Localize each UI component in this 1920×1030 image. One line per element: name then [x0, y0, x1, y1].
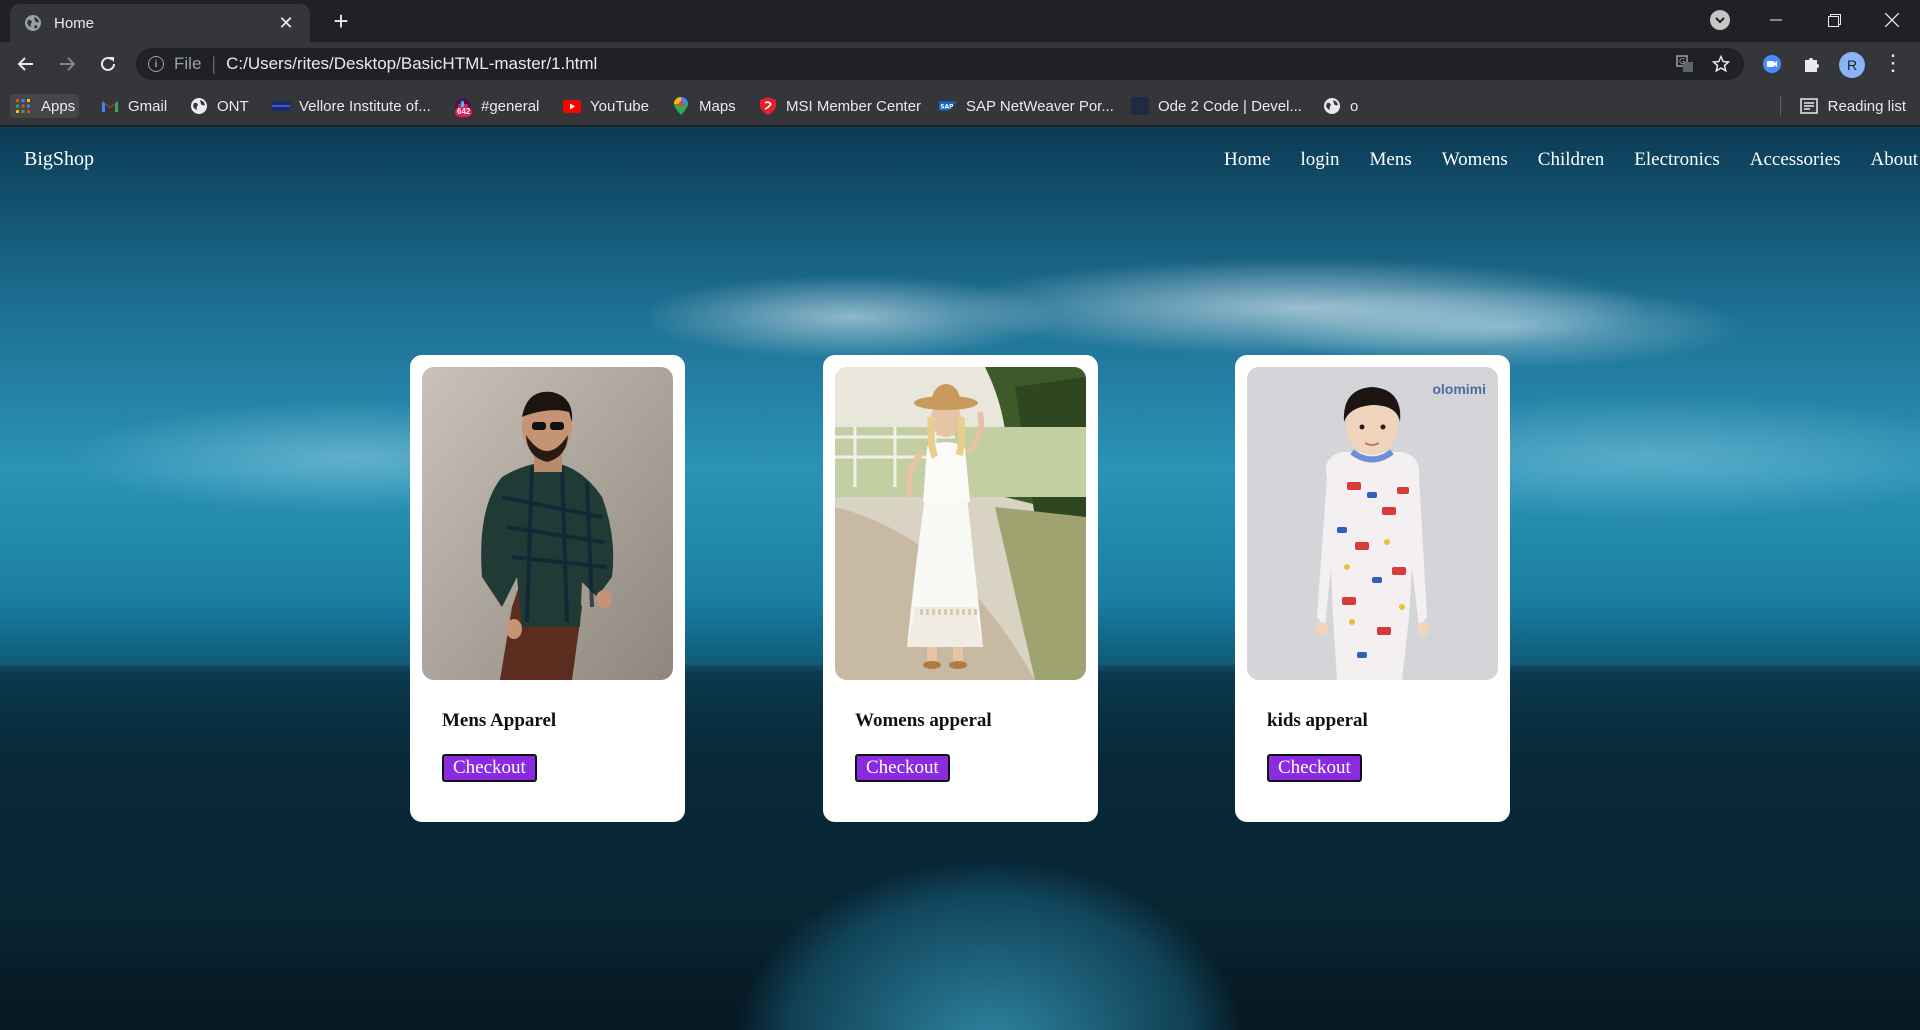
- checkout-button-mens[interactable]: Checkout: [442, 754, 537, 782]
- nav-home[interactable]: Home: [1224, 149, 1270, 171]
- bookmark-gmail[interactable]: Gmail: [101, 94, 167, 118]
- chrome-menu-icon[interactable]: ⋮: [1882, 52, 1904, 78]
- site-nav: Home login Mens Womens Children Electron…: [1224, 149, 1920, 171]
- man-in-plaid-shirt-photo: [422, 367, 673, 680]
- card-title: Mens Apparel: [442, 710, 557, 731]
- bookmark-ode2code[interactable]: Ode 2 Code | Devel...: [1131, 94, 1302, 118]
- bookmark-star-icon[interactable]: [1710, 53, 1732, 75]
- checkout-button-womens[interactable]: Checkout: [855, 754, 950, 782]
- bookmark-label: Ode 2 Code | Devel...: [1158, 97, 1302, 115]
- bookmark-o[interactable]: o: [1323, 94, 1358, 118]
- sap-icon: SAP: [939, 97, 957, 115]
- product-card-mens: Mens Apparel Checkout: [410, 355, 685, 822]
- minimize-icon[interactable]: [1748, 0, 1804, 40]
- reading-list-button[interactable]: Reading list: [1799, 94, 1906, 118]
- slack-badge: 642: [455, 107, 473, 117]
- nav-mens[interactable]: Mens: [1370, 149, 1412, 171]
- back-arrow-icon[interactable]: [12, 50, 40, 78]
- site-brand[interactable]: BigShop: [24, 148, 94, 171]
- card-title: Womens apperal: [855, 710, 992, 731]
- tab-search-icon[interactable]: [1710, 10, 1730, 30]
- browser-toolbar: i File | C:/Users/rites/Desktop/BasicHTM…: [0, 42, 1920, 86]
- bookmark-label: MSI Member Center: [786, 97, 922, 115]
- zoom-meeting-icon[interactable]: [1759, 51, 1785, 77]
- reload-icon[interactable]: [94, 50, 122, 78]
- woman-in-white-dress-photo: [835, 367, 1086, 680]
- nav-about[interactable]: About: [1871, 149, 1919, 171]
- url-text[interactable]: C:/Users/rites/Desktop/BasicHTML-master/…: [226, 54, 1660, 74]
- bookmark-maps[interactable]: Maps: [672, 94, 736, 118]
- product-card-womens: Womens apperal Checkout: [823, 355, 1098, 822]
- boy-in-pajamas-photo: olomimi: [1247, 367, 1498, 680]
- svg-text:SAP: SAP: [940, 104, 954, 110]
- url-scheme: File: [174, 54, 202, 73]
- bookmark-apps[interactable]: Apps: [10, 94, 80, 118]
- browser-tab[interactable]: Home ✕: [10, 4, 310, 42]
- new-tab-icon[interactable]: +: [326, 8, 356, 34]
- tab-strip: Home ✕ +: [0, 0, 1920, 42]
- globe-icon: [1323, 97, 1341, 115]
- bookmark-label: SAP NetWeaver Por...: [966, 97, 1114, 115]
- globe-icon: [190, 97, 208, 115]
- site-info-icon[interactable]: i: [148, 56, 164, 72]
- nav-children[interactable]: Children: [1538, 149, 1605, 171]
- close-window-icon[interactable]: [1864, 0, 1920, 40]
- vit-icon: [272, 97, 290, 115]
- bookmark-label: #general: [481, 97, 540, 115]
- profile-avatar[interactable]: R: [1839, 52, 1865, 78]
- address-bar[interactable]: i File | C:/Users/rites/Desktop/BasicHTM…: [136, 48, 1744, 80]
- bookmark-vit[interactable]: Vellore Institute of...: [272, 94, 431, 118]
- bookmarks-divider: [1780, 96, 1781, 116]
- nav-electronics[interactable]: Electronics: [1634, 149, 1719, 171]
- maps-icon: [672, 97, 690, 115]
- reading-list-label: Reading list: [1827, 97, 1906, 115]
- ode2code-icon: [1131, 97, 1149, 115]
- nav-womens[interactable]: Womens: [1442, 149, 1508, 171]
- nav-accessories[interactable]: Accessories: [1750, 149, 1841, 171]
- bookmark-general[interactable]: 642 #general: [454, 94, 539, 118]
- url-separator: |: [211, 53, 217, 74]
- bookmark-msi[interactable]: MSI Member Center: [759, 94, 921, 118]
- olomimi-watermark: olomimi: [1432, 381, 1486, 397]
- msi-icon: [759, 97, 777, 115]
- slack-icon: 642: [454, 97, 473, 117]
- translate-icon[interactable]: G: [1674, 53, 1696, 75]
- close-tab-icon[interactable]: ✕: [276, 13, 296, 34]
- extensions-puzzle-icon[interactable]: [1799, 51, 1825, 77]
- reading-list-icon: [1799, 98, 1818, 114]
- bookmark-youtube[interactable]: YouTube: [563, 94, 649, 118]
- youtube-icon: [563, 97, 581, 115]
- tab-title: Home: [54, 14, 95, 32]
- gmail-icon: [101, 97, 119, 115]
- svg-text:G: G: [1679, 57, 1685, 66]
- checkout-button-kids[interactable]: Checkout: [1267, 754, 1362, 782]
- apps-grid-icon: [14, 97, 32, 115]
- nav-login[interactable]: login: [1300, 149, 1339, 171]
- bookmark-label: YouTube: [590, 97, 649, 115]
- globe-icon: [25, 15, 41, 31]
- forward-arrow-icon[interactable]: [53, 50, 81, 78]
- bookmark-label: Apps: [41, 97, 76, 115]
- bookmark-label: Vellore Institute of...: [299, 97, 431, 115]
- product-card-kids: olomimi kids apperal Checkout: [1235, 355, 1510, 822]
- bookmark-ont[interactable]: ONT: [190, 94, 249, 118]
- bookmark-label: Gmail: [128, 97, 168, 115]
- card-title: kids apperal: [1267, 710, 1368, 731]
- bookmark-label: Maps: [699, 97, 736, 115]
- bookmarks-bar: Apps Gmail ONT Vellore Institute of... 6…: [0, 86, 1920, 126]
- bookmark-sap[interactable]: SAP SAP NetWeaver Por...: [939, 94, 1114, 118]
- bookmark-label: o: [1350, 97, 1359, 115]
- restore-icon[interactable]: [1806, 0, 1862, 40]
- page-background: BigShop Home login Mens Womens Children …: [0, 127, 1920, 1030]
- bookmark-label: ONT: [217, 97, 249, 115]
